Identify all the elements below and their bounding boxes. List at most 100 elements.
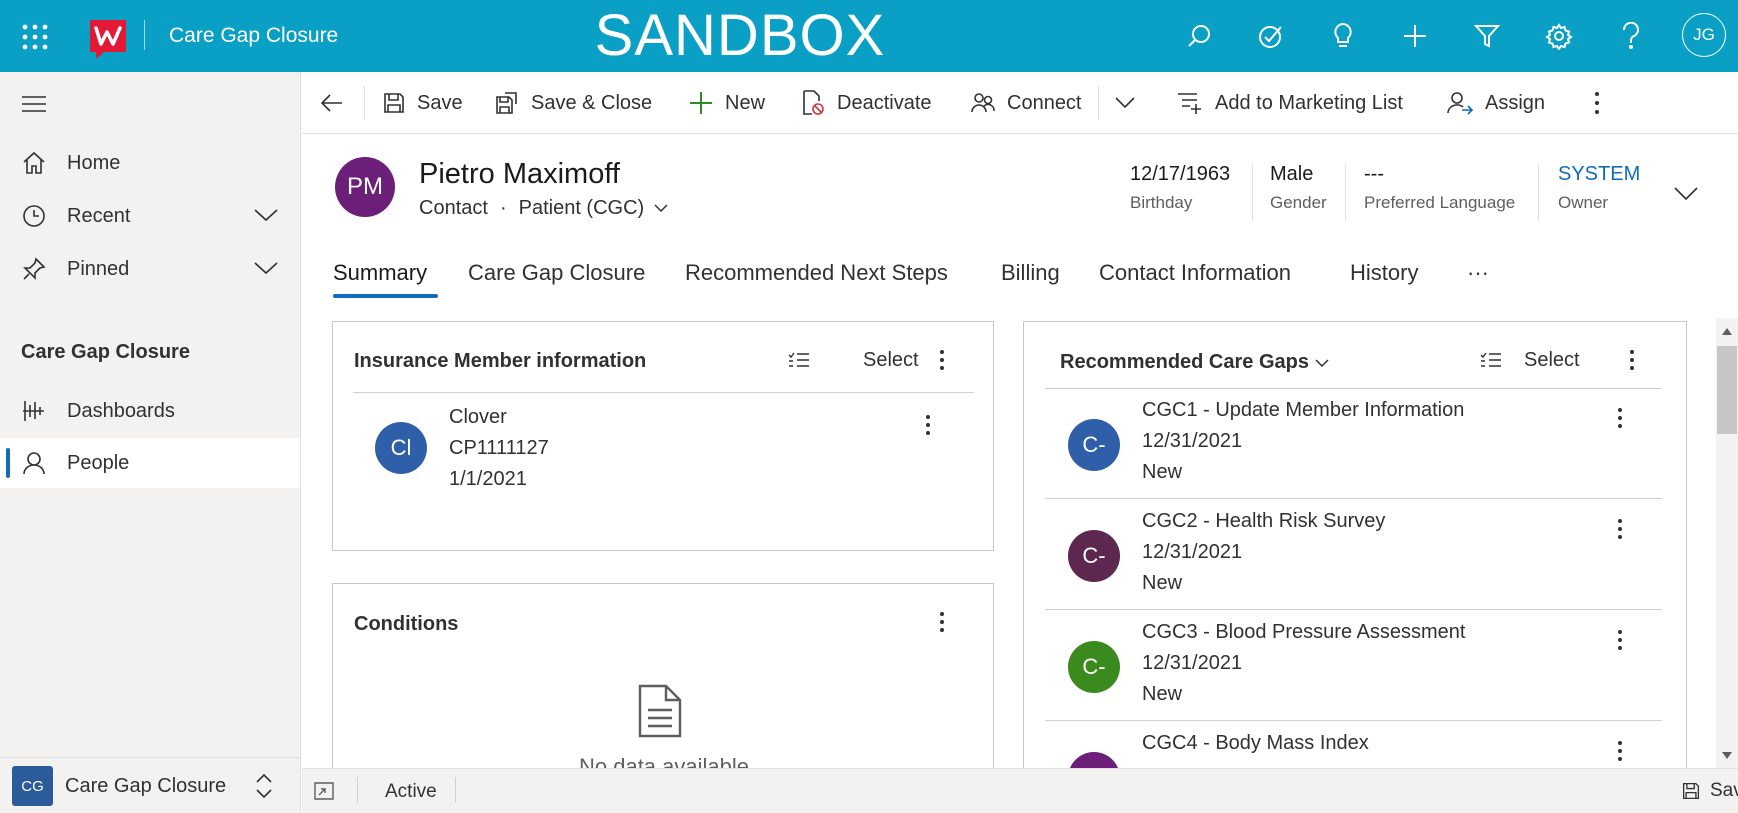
care-gap-title[interactable]: CGC2 - Health Risk Survey xyxy=(1142,506,1385,537)
care-gap-title[interactable]: CGC1 - Update Member Information xyxy=(1142,395,1464,426)
record-header: PM Pietro Maximoff Contact · Patient (CG… xyxy=(302,135,1738,235)
deactivate-button[interactable]: Deactivate xyxy=(801,72,932,134)
sidebar-item-pinned[interactable]: Pinned xyxy=(0,244,300,294)
header-divider xyxy=(1345,165,1346,221)
chevron-down-icon xyxy=(1115,97,1135,109)
selected-tab-underline xyxy=(333,294,438,298)
more-commands-button[interactable] xyxy=(1594,72,1612,134)
select-button[interactable]: Select xyxy=(863,349,919,372)
document-icon xyxy=(638,684,682,738)
help-icon[interactable] xyxy=(1615,20,1647,52)
scroll-down-icon[interactable] xyxy=(1722,752,1732,759)
scrollbar-thumb[interactable] xyxy=(1717,346,1737,434)
tab-care-gap-closure[interactable]: Care Gap Closure xyxy=(468,260,645,286)
user-avatar[interactable]: JG xyxy=(1682,13,1726,57)
care-gap-title[interactable]: CGC3 - Blood Pressure Assessment xyxy=(1142,617,1465,648)
more-vertical-icon[interactable] xyxy=(939,611,945,633)
chevron-up-down-icon xyxy=(254,772,274,800)
tab-history[interactable]: History xyxy=(1350,260,1418,286)
sidebar-item-recent[interactable]: Recent xyxy=(0,191,300,241)
connect-button[interactable]: Connect xyxy=(971,72,1082,134)
save-and-close-button[interactable]: Save & Close xyxy=(495,72,652,134)
header-field-owner: SYSTEM Owner xyxy=(1558,163,1640,213)
more-vertical-icon[interactable] xyxy=(1617,629,1623,651)
app-title[interactable]: Care Gap Closure xyxy=(169,24,338,48)
row-divider xyxy=(1045,498,1662,499)
header-field-gender: Male Gender xyxy=(1270,163,1327,213)
sidebar-item-home[interactable]: Home xyxy=(0,138,300,188)
care-gap-date: 12/31/2021 xyxy=(1142,652,1243,674)
status-save-label: Save xyxy=(1710,780,1738,801)
more-vertical-icon[interactable] xyxy=(1617,740,1623,762)
care-gap-date: 12/31/2021 xyxy=(1142,430,1243,452)
form-selector[interactable]: Patient (CGC) xyxy=(519,197,645,220)
hamburger-icon[interactable] xyxy=(22,94,46,114)
chevron-down-icon[interactable] xyxy=(1315,359,1329,368)
command-divider xyxy=(1098,86,1099,120)
subgrid-title[interactable]: Recommended Care Gaps xyxy=(1060,351,1309,374)
tab-recommended-next-steps[interactable]: Recommended Next Steps xyxy=(685,260,948,286)
more-vertical-icon[interactable] xyxy=(1629,349,1635,371)
chevron-down-icon[interactable] xyxy=(254,207,278,223)
tab-contact-information[interactable]: Contact Information xyxy=(1099,260,1291,286)
save-label: Save xyxy=(417,91,463,114)
sidebar-item-label: People xyxy=(67,451,130,474)
care-gap-status: New xyxy=(1142,461,1183,483)
gear-icon[interactable] xyxy=(1543,20,1575,52)
more-vertical-icon[interactable] xyxy=(1617,407,1623,429)
tab-overflow[interactable]: ··· xyxy=(1467,260,1489,286)
home-icon xyxy=(22,151,46,175)
plus-icon[interactable] xyxy=(1399,20,1431,52)
sidebar-item-people[interactable]: People xyxy=(0,438,300,488)
select-list-icon xyxy=(788,351,810,369)
language-label: Preferred Language xyxy=(1364,193,1516,212)
recommended-care-gaps-subgrid: Recommended Care Gaps Select C- CGC1 - U… xyxy=(1023,321,1687,768)
owner-link[interactable]: SYSTEM xyxy=(1558,163,1640,186)
task-check-icon[interactable] xyxy=(1255,20,1287,52)
care-gap-title[interactable]: CGC4 - Body Mass Index xyxy=(1142,728,1369,759)
lightbulb-icon[interactable] xyxy=(1327,20,1359,52)
more-vertical-icon[interactable] xyxy=(925,414,931,436)
open-in-window-icon[interactable] xyxy=(314,782,334,800)
tab-billing[interactable]: Billing xyxy=(1001,260,1060,286)
deactivate-label: Deactivate xyxy=(837,91,932,114)
row-divider xyxy=(1045,720,1662,721)
area-badge: CG xyxy=(12,766,53,806)
chevron-down-icon[interactable] xyxy=(254,260,278,276)
area-switcher[interactable]: CG Care Gap Closure xyxy=(0,757,300,813)
sidebar-item-dashboards[interactable]: Dashboards xyxy=(0,386,300,436)
form-tabs: Summary Care Gap Closure Recommended Nex… xyxy=(302,250,1738,300)
status-bar: Active Save xyxy=(302,768,1738,813)
select-button[interactable]: Select xyxy=(1524,349,1580,372)
insurance-name[interactable]: Clover xyxy=(449,402,507,433)
subgrid-title: Conditions xyxy=(354,613,459,635)
area-label: Care Gap Closure xyxy=(65,775,227,797)
care-gap-status: New xyxy=(1142,572,1183,594)
gender-label: Gender xyxy=(1270,193,1327,212)
subgrid-title: Insurance Member information xyxy=(354,350,647,372)
language-value: --- xyxy=(1364,163,1384,185)
more-vertical-icon[interactable] xyxy=(939,349,945,371)
tab-summary[interactable]: Summary xyxy=(333,260,427,286)
more-vertical-icon[interactable] xyxy=(1617,518,1623,540)
assign-button[interactable]: Assign xyxy=(1447,72,1545,134)
status-save-button[interactable]: Save xyxy=(1682,780,1738,802)
more-connect-dropdown[interactable] xyxy=(1115,72,1147,134)
add-marketing-label: Add to Marketing List xyxy=(1215,91,1403,114)
scroll-up-icon[interactable] xyxy=(1722,328,1732,335)
birthday-label: Birthday xyxy=(1130,193,1193,212)
save-button[interactable]: Save xyxy=(383,72,463,134)
back-button[interactable] xyxy=(320,72,356,134)
filter-icon[interactable] xyxy=(1471,20,1503,52)
new-button[interactable]: New xyxy=(689,72,765,134)
expand-header-chevron-icon[interactable] xyxy=(1674,187,1698,201)
more-vertical-icon xyxy=(1595,92,1599,114)
plus-icon xyxy=(690,92,712,114)
record-avatar: C- xyxy=(1068,419,1120,471)
chevron-down-icon[interactable] xyxy=(654,204,668,213)
add-to-marketing-list-button[interactable]: Add to Marketing List xyxy=(1177,72,1403,134)
app-launcher-icon[interactable] xyxy=(22,24,48,50)
record-avatar: C- xyxy=(1068,641,1120,693)
search-icon[interactable] xyxy=(1183,20,1215,52)
title-divider xyxy=(144,20,145,50)
